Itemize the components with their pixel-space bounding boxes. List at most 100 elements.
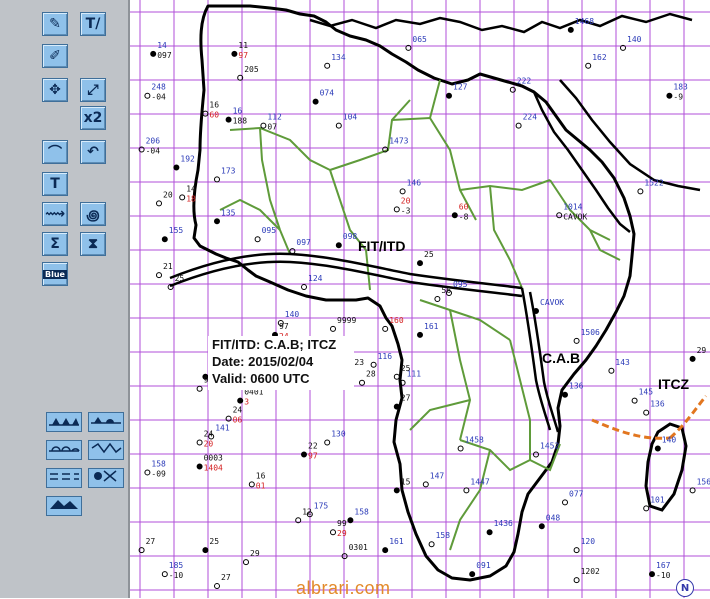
itcz-line	[591, 395, 708, 440]
station-value: 0301	[349, 543, 368, 552]
multiply-tool[interactable]: x2	[80, 106, 106, 130]
itcz-label: ITCZ	[658, 376, 690, 392]
station-plot: 183-9	[666, 83, 688, 102]
pattern-mountain[interactable]	[46, 496, 82, 516]
blue-stamp-tool[interactable]: Blue	[42, 262, 68, 286]
station-circle	[248, 481, 255, 488]
station-plot: 127	[446, 83, 468, 99]
station-circle	[144, 92, 151, 99]
station-value: 97	[279, 322, 289, 331]
text-pen-tool[interactable]: T/	[80, 12, 106, 36]
station-plot: 248-04	[144, 83, 166, 102]
station-value: 1522	[644, 178, 663, 187]
station-circle	[214, 583, 220, 590]
dash-pattern-icon	[48, 469, 80, 488]
move-tool[interactable]: ✥	[42, 78, 68, 102]
drawing-toolbar: ✎ T/ ✐ ✥ ⤢ x2 ⌒ ↶ T ꩜ ⟿ Σ ⧗ Blue	[0, 0, 130, 598]
station-plot: 20-3	[393, 196, 411, 215]
station-subvalue: 20	[204, 440, 214, 449]
station-value: 077	[569, 489, 584, 498]
feather-arrow-tool[interactable]: ⟿	[42, 202, 68, 226]
station-circle	[469, 571, 476, 578]
hourglass-icon: ⧗	[88, 236, 98, 252]
station-circle	[637, 188, 644, 195]
station-plot: 147	[422, 471, 444, 488]
info-date: Date: 2015/02/04	[212, 354, 314, 369]
station-circle	[573, 577, 580, 584]
station-value: 222	[517, 77, 532, 86]
station-circle	[417, 260, 423, 267]
mixed-front-icon	[90, 413, 122, 432]
pattern-storm[interactable]	[88, 468, 124, 488]
station-value: 095	[262, 226, 277, 235]
station-value: 161	[424, 322, 439, 331]
station-subvalue: 97	[238, 51, 248, 60]
station-plot: 185-10	[161, 561, 183, 580]
text-pen-icon: T/	[85, 16, 101, 32]
station-plots: 14097248-04206-0419220141815521251197205…	[138, 17, 710, 590]
station-subvalue: 60	[209, 111, 219, 120]
station-plot: 1418	[179, 184, 196, 203]
station-plot: 146	[399, 178, 422, 195]
text-tool[interactable]: T	[42, 172, 68, 196]
station-value: 146	[407, 178, 422, 187]
north-arrow-icon: N	[676, 579, 694, 597]
pen-tool[interactable]: ✎	[42, 12, 68, 36]
mountain-pattern-icon	[48, 497, 80, 516]
station-plot: 104	[335, 113, 357, 129]
station-value: 156	[697, 477, 710, 486]
feather-tool[interactable]: ✐	[42, 44, 68, 68]
scale-tool[interactable]: ⤢	[80, 78, 106, 102]
station-circle	[161, 236, 168, 243]
station-circle	[335, 122, 342, 129]
pattern-bumps-triangles[interactable]	[88, 412, 124, 432]
station-value: 120	[581, 537, 596, 546]
station-value: 112	[267, 113, 282, 122]
hourglass-tool[interactable]: ⧗	[80, 232, 106, 256]
station-plot: 1202	[573, 567, 600, 584]
station-plot: 136	[643, 400, 665, 416]
stamp-icon: Blue	[43, 269, 67, 279]
station-circle	[562, 391, 568, 398]
station-circle	[393, 373, 400, 380]
station-circle	[689, 355, 696, 362]
hurricane-tool[interactable]: ꩜	[80, 202, 106, 226]
front-tool[interactable]: ⌒	[42, 140, 68, 164]
station-circle	[335, 242, 342, 249]
station-value: 173	[221, 166, 236, 175]
station-value: 167	[656, 561, 671, 570]
station-value: 136	[650, 400, 665, 409]
station-plot: 206-04	[138, 137, 160, 156]
synoptic-chart[interactable]: 14 097 248 -04 206 -04 192 20 14 18 155 21 25 11 97 205…	[130, 0, 710, 598]
station-plot: 25	[417, 250, 434, 267]
station-circle	[196, 463, 203, 470]
text-icon: T	[50, 176, 60, 192]
station-circle	[446, 92, 452, 99]
station-value: 14	[186, 184, 196, 193]
station-circle	[393, 487, 400, 494]
station-value: 140	[627, 35, 642, 44]
pattern-dashes[interactable]	[46, 468, 82, 488]
station-circle	[573, 337, 580, 344]
station-circle	[347, 517, 354, 524]
sum-tool[interactable]: Σ	[42, 232, 68, 256]
station-value: 141	[215, 424, 230, 433]
station-plot: 27	[138, 537, 155, 554]
station-plot: 60-8	[451, 202, 469, 221]
pattern-scallops[interactable]	[46, 440, 82, 460]
station-plot: 20	[156, 190, 173, 207]
station-value: 1506	[581, 328, 600, 337]
station-value: 183	[673, 83, 688, 92]
station-circle	[243, 559, 249, 566]
station-circle	[382, 547, 389, 554]
pattern-zigzag[interactable]	[88, 440, 124, 460]
station-plot: 1014CAVOK	[556, 202, 587, 221]
station-value: 23	[354, 358, 364, 367]
pattern-triangles[interactable]	[46, 412, 82, 432]
station-circle	[486, 529, 493, 536]
station-circle	[324, 62, 331, 69]
rotate-tool[interactable]: ↶	[80, 140, 106, 164]
station-value: 25	[175, 274, 185, 283]
station-plot: 28	[359, 370, 376, 386]
mediterranean-coast	[309, 12, 693, 34]
